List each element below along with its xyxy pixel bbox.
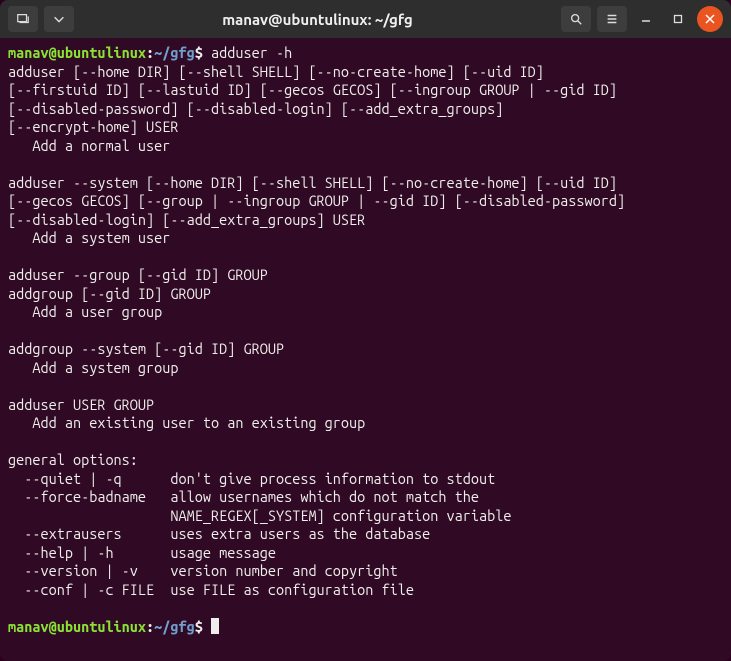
output-line: [--gecos GECOS] [--group | --ingroup GRO… xyxy=(8,192,625,209)
output-line: --quiet | -q don't give process informat… xyxy=(8,470,495,487)
prompt-dollar: $ xyxy=(195,618,203,635)
new-tab-button[interactable] xyxy=(8,6,38,32)
search-button[interactable] xyxy=(561,6,591,32)
prompt-dollar: $ xyxy=(195,44,203,61)
minimize-button[interactable] xyxy=(633,6,659,32)
terminal-body[interactable]: manav@ubuntulinux:~/gfg$ adduser -h addu… xyxy=(0,38,731,661)
output-line: general options: xyxy=(8,451,138,468)
output-line: addgroup --system [--gid ID] GROUP xyxy=(8,340,284,357)
chevron-down-icon xyxy=(52,12,66,26)
output-line: [--encrypt-home] USER xyxy=(8,118,179,135)
output-line: [--disabled-login] [--add_extra_groups] … xyxy=(8,211,365,228)
output-line: Add a system user xyxy=(8,229,170,246)
command-text: adduser -h xyxy=(211,44,292,61)
titlebar-right-controls xyxy=(561,6,723,32)
close-button[interactable] xyxy=(697,6,723,32)
close-icon xyxy=(705,14,715,24)
maximize-button[interactable] xyxy=(665,6,691,32)
titlebar-left-controls xyxy=(8,6,74,32)
output-line: adduser --system [--home DIR] [--shell S… xyxy=(8,174,617,191)
cursor xyxy=(211,618,219,634)
output-line: --extrausers uses extra users as the dat… xyxy=(8,525,430,542)
output-line: addgroup [--gid ID] GROUP xyxy=(8,285,211,302)
output-line: Add an existing user to an existing grou… xyxy=(8,414,365,431)
terminal-window: manav@ubuntulinux: ~/gfg manav@ubuntulin… xyxy=(0,0,731,661)
output-line: --version | -v version number and copyri… xyxy=(8,562,398,579)
titlebar: manav@ubuntulinux: ~/gfg xyxy=(0,0,731,38)
output-line: Add a system group xyxy=(8,359,179,376)
prompt-path: ~/gfg xyxy=(154,618,195,635)
output-line: [--firstuid ID] [--lastuid ID] [--gecos … xyxy=(8,81,617,98)
prompt-colon: : xyxy=(146,618,154,635)
output-line: NAME_REGEX[_SYSTEM] configuration variab… xyxy=(8,507,511,524)
output-line: [--disabled-password] [--disabled-login]… xyxy=(8,100,503,117)
output-line: adduser USER GROUP xyxy=(8,396,154,413)
hamburger-icon xyxy=(605,12,619,26)
minimize-icon xyxy=(641,14,651,24)
output-line: --conf | -c FILE use FILE as configurati… xyxy=(8,581,414,598)
new-tab-icon xyxy=(16,12,30,26)
prompt-userhost: manav@ubuntulinux xyxy=(8,618,146,635)
search-icon xyxy=(569,12,583,26)
output-line: adduser [--home DIR] [--shell SHELL] [--… xyxy=(8,63,544,80)
output-line: --force-badname allow usernames which do… xyxy=(8,488,479,505)
hamburger-menu-button[interactable] xyxy=(597,6,627,32)
menu-dropdown-button[interactable] xyxy=(44,6,74,32)
output-line: --help | -h usage message xyxy=(8,544,276,561)
prompt-colon: : xyxy=(146,44,154,61)
maximize-icon xyxy=(673,14,683,24)
prompt-userhost: manav@ubuntulinux xyxy=(8,44,146,61)
window-title: manav@ubuntulinux: ~/gfg xyxy=(80,11,555,28)
output-line: Add a normal user xyxy=(8,137,170,154)
prompt-path: ~/gfg xyxy=(154,44,195,61)
output-line: adduser --group [--gid ID] GROUP xyxy=(8,266,268,283)
output-line: Add a user group xyxy=(8,303,162,320)
